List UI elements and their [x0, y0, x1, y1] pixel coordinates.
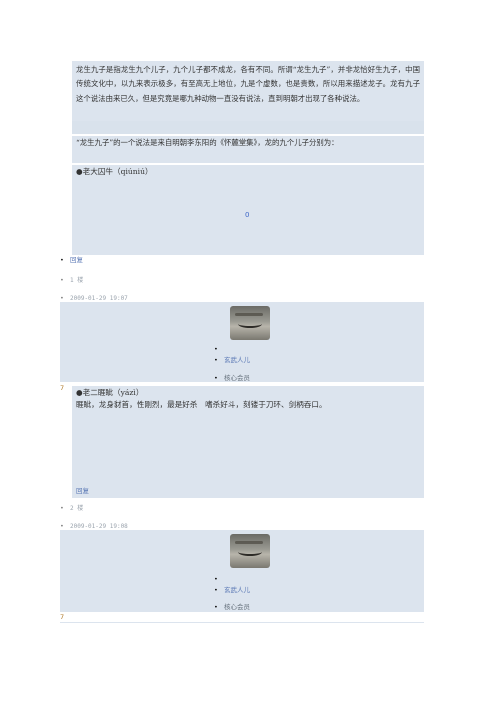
post1-floor-line: • 1 楼 — [60, 275, 83, 286]
post1-reply-line[interactable]: • 回复 — [60, 255, 83, 265]
bullet-icon: • — [214, 575, 218, 583]
bottom-rule — [60, 622, 424, 623]
avatar-eye — [238, 548, 262, 556]
post-date: 2009-01-29 19:08 — [70, 523, 128, 530]
son1-title: ●老大囚牛（qiúniú） — [76, 167, 153, 176]
separator-row — [72, 150, 424, 163]
reply-counter[interactable]: 0 — [245, 209, 249, 221]
bullet-icon: • — [214, 374, 218, 382]
user-role-line: • 核心会员 — [214, 373, 250, 383]
floor-number: 2 楼 — [70, 505, 84, 512]
user-name-line[interactable]: • 玄武人儿 — [214, 355, 250, 365]
user-card-1: • • 玄武人儿 • 核心会员 — [60, 302, 424, 382]
user-card-2: • • 玄武人儿 • 核心会员 — [60, 530, 424, 612]
post-date: 2009-01-29 19:07 — [70, 295, 128, 302]
bullet-icon: • — [60, 504, 64, 512]
bullet-icon: • — [214, 603, 218, 611]
reply-link[interactable]: 回复 — [76, 485, 89, 497]
separator-row — [72, 121, 424, 134]
post2-floor-line: • 2 楼 — [60, 503, 83, 514]
son2-title: ●老二睚眦（yázì） — [76, 388, 144, 397]
user-level: 7 — [60, 384, 65, 392]
user-name[interactable]: 玄武人儿 — [224, 356, 250, 364]
post-block-son2: ●老二睚眦（yázì） 睚眦，龙身豺首，性刚烈，最是好杀 嗜杀好斗，刻镂于刀环、… — [72, 386, 424, 498]
avatar-eye — [238, 320, 262, 328]
user-role-line: • 核心会员 — [214, 602, 250, 612]
avatar[interactable] — [230, 534, 270, 568]
user-name-line[interactable]: • 玄武人儿 — [214, 585, 250, 595]
bullet-icon: • — [214, 586, 218, 594]
bullet-icon: • — [214, 345, 218, 353]
avatar-brow — [235, 313, 263, 316]
intro-paragraph: 龙生九子是指龙生九个儿子，九个儿子都不成龙，各有不同。所谓“龙生九子”，并非龙恰… — [72, 61, 424, 121]
user-role: 核心会员 — [224, 374, 250, 382]
source-sentence: “龙生九子”的一个说法是来自明朝李东阳的《怀麓堂集》，龙的九个儿子分别为： — [72, 136, 424, 150]
avatar[interactable] — [230, 306, 270, 340]
user-level: 7 — [60, 613, 65, 621]
son2-description: 睚眦，龙身豺首，性刚烈，最是好杀 嗜杀好斗，刻镂于刀环、剑柄吞口。 — [76, 400, 327, 409]
floor-number: 1 楼 — [70, 277, 84, 284]
user-role: 核心会员 — [224, 603, 250, 611]
user-name[interactable]: 玄武人儿 — [224, 586, 250, 594]
reply-link[interactable]: 回复 — [70, 256, 83, 264]
avatar-brow — [235, 541, 263, 544]
bullet-icon: • — [60, 256, 64, 264]
empty-list-item: • — [214, 344, 224, 354]
post-block-son1: ●老大囚牛（qiúniú） 0 — [72, 165, 424, 255]
bullet-icon: • — [60, 276, 64, 284]
empty-list-item: • — [214, 574, 224, 584]
bullet-icon: • — [214, 356, 218, 364]
